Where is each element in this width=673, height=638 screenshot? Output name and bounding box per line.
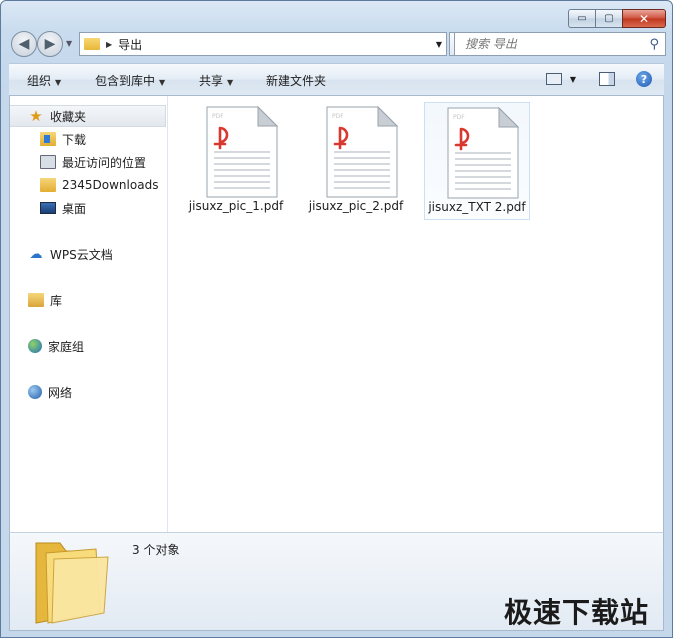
- file-item[interactable]: PDF jisuxz_pic_2.pdf: [304, 102, 408, 218]
- homegroup-icon: [28, 339, 42, 353]
- network-icon: [28, 385, 42, 399]
- folder-icon: [35, 542, 109, 624]
- desktop-icon: [40, 202, 56, 214]
- recent-places-icon: [40, 155, 56, 169]
- forward-arrow-icon: ▶: [44, 36, 56, 52]
- address-dropdown-icon[interactable]: ▼: [436, 40, 442, 49]
- sidebar-item-label: 下载: [62, 132, 87, 147]
- pdf-file-icon: PDF: [326, 106, 398, 198]
- change-view-button[interactable]: ▼: [543, 69, 579, 89]
- chevron-down-icon: ▼: [227, 78, 234, 87]
- navigation-pane[interactable]: ★ 收藏夹 下载 最近访问的位置 2345Downloads 桌面 ☁ WPS云…: [10, 96, 168, 532]
- command-bar: 组织 ▼ 包含到库中 ▼ 共享 ▼ 新建文件夹 ▼ ?: [9, 63, 664, 96]
- sidebar-item-label: WPS云文档: [50, 247, 113, 262]
- folder-icon: [84, 38, 100, 50]
- caption-buttons: ▭ ▢ ✕: [568, 9, 666, 28]
- chevron-down-icon: ▼: [569, 74, 577, 84]
- share-menu[interactable]: 共享 ▼: [199, 72, 233, 89]
- help-icon: ?: [636, 71, 652, 87]
- chevron-down-icon: ▼: [55, 78, 62, 87]
- sidebar-item-downloads[interactable]: 下载: [40, 128, 86, 150]
- preview-pane-icon: [599, 72, 615, 86]
- new-folder-button[interactable]: 新建文件夹: [266, 72, 326, 89]
- breadcrumb-item-export[interactable]: 导出: [118, 36, 142, 53]
- sidebar-item-label: 最近访问的位置: [62, 155, 147, 170]
- file-name: jisuxz_pic_1.pdf: [188, 199, 284, 213]
- sidebar-item-label: 收藏夹: [50, 109, 87, 124]
- svg-text:PDF: PDF: [212, 113, 224, 120]
- back-arrow-icon: ◀: [18, 36, 30, 52]
- sidebar-item-2345downloads[interactable]: 2345Downloads: [40, 174, 158, 196]
- organize-label: 组织: [27, 74, 52, 88]
- sidebar-item-libraries[interactable]: 库: [28, 289, 62, 311]
- sidebar-item-homegroup[interactable]: 家庭组: [28, 335, 84, 357]
- content-area: ★ 收藏夹 下载 最近访问的位置 2345Downloads 桌面 ☁ WPS云…: [9, 96, 664, 532]
- navigation-bar: ◀ ▶ ▼ ▶ 导出 ▼ ⇆ ⚲: [9, 31, 666, 57]
- library-icon: [28, 293, 44, 307]
- preview-pane-button[interactable]: [597, 69, 617, 89]
- chevron-down-icon: ▼: [159, 78, 166, 87]
- file-name: jisuxz_pic_2.pdf: [308, 199, 404, 213]
- search-box[interactable]: ⚲: [454, 32, 666, 56]
- back-button[interactable]: ◀: [11, 31, 37, 57]
- search-icon[interactable]: ⚲: [649, 37, 659, 52]
- help-button[interactable]: ?: [634, 69, 654, 89]
- file-item[interactable]: PDF jisuxz_TXT 2.pdf: [424, 102, 530, 220]
- file-list[interactable]: PDF jisuxz_pic_1.pdf PDF jisuxz_pic_2.pd…: [168, 96, 663, 532]
- address-bar[interactable]: ▶ 导出 ▼: [79, 32, 447, 56]
- file-name: jisuxz_TXT 2.pdf: [428, 200, 526, 214]
- watermark-text: 极速下载站: [503, 596, 649, 629]
- sidebar-item-label: 桌面: [62, 201, 87, 216]
- svg-text:PDF: PDF: [453, 114, 465, 121]
- search-input[interactable]: [463, 36, 637, 52]
- include-in-library-label: 包含到库中: [95, 74, 156, 88]
- view-icon: [545, 73, 562, 85]
- sidebar-item-label: 网络: [48, 385, 73, 400]
- explorer-window: ▭ ▢ ✕ ◀ ▶ ▼ ▶ 导出 ▼ ⇆ ⚲ 组织▼ 包含到库中▼ 共享▼ 新建…: [0, 0, 673, 638]
- star-icon: ★: [29, 107, 43, 125]
- sidebar-item-wps-cloud[interactable]: ☁ WPS云文档: [28, 243, 113, 265]
- cloud-icon: ☁: [29, 247, 43, 262]
- maximize-button[interactable]: ▢: [595, 9, 622, 28]
- file-item[interactable]: PDF jisuxz_pic_1.pdf: [184, 102, 288, 218]
- minimize-button[interactable]: ▭: [568, 9, 595, 28]
- sidebar-item-network[interactable]: 网络: [28, 381, 72, 403]
- sidebar-item-desktop[interactable]: 桌面: [40, 197, 86, 219]
- sidebar-item-label: 家庭组: [48, 339, 85, 354]
- pdf-file-icon: PDF: [447, 107, 519, 199]
- folder-icon: [40, 178, 56, 192]
- forward-button[interactable]: ▶: [37, 31, 63, 57]
- pdf-file-icon: PDF: [206, 106, 278, 198]
- download-folder-icon: [40, 132, 56, 146]
- item-count: 3 个对象: [132, 543, 180, 557]
- include-in-library-menu[interactable]: 包含到库中 ▼: [95, 72, 165, 89]
- sidebar-item-label: 库: [50, 293, 63, 308]
- close-button[interactable]: ✕: [622, 9, 666, 28]
- svg-text:PDF: PDF: [332, 113, 344, 120]
- recent-pages-dropdown-icon[interactable]: ▼: [66, 39, 72, 48]
- organize-menu[interactable]: 组织 ▼: [27, 72, 61, 89]
- sidebar-item-recent-places[interactable]: 最近访问的位置: [40, 151, 146, 173]
- share-label: 共享: [199, 74, 224, 88]
- breadcrumb-chevron-icon[interactable]: ▶: [106, 40, 112, 49]
- details-pane: 3 个对象 极速下载站: [9, 532, 664, 631]
- sidebar-item-favorites[interactable]: ★ 收藏夹: [10, 105, 166, 127]
- sidebar-item-label: 2345Downloads: [62, 178, 159, 192]
